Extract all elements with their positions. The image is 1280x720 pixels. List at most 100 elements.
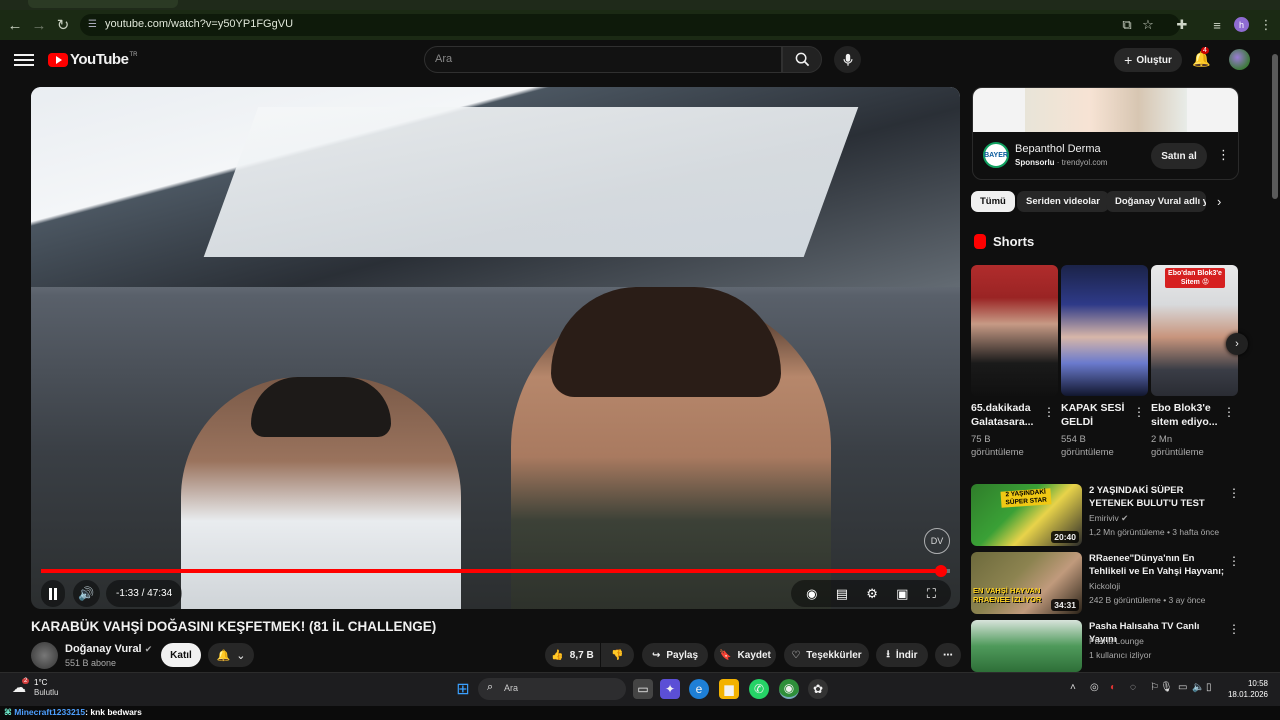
browser-menu-icon[interactable]: ⋮	[1256, 15, 1276, 35]
more-vertical-icon[interactable]: ⋮	[1217, 147, 1230, 163]
download-button[interactable]: ⭳ İndir	[876, 643, 928, 667]
autoplay-toggle[interactable]: ◉	[806, 586, 817, 602]
subtitles-icon[interactable]: ▤	[836, 586, 848, 602]
settings-gear-icon[interactable]: ⚙	[866, 586, 878, 602]
app-icon[interactable]: ✿	[808, 679, 828, 699]
dislike-button[interactable]: 👎	[601, 643, 634, 667]
ad-title[interactable]: Bepanthol Derma	[1015, 143, 1101, 155]
address-bar[interactable]: ☰ youtube.com/watch?v=y50YP1FGgVU	[80, 14, 1180, 36]
short-title[interactable]: 65.dakikada Galatasara...	[971, 401, 1043, 431]
buy-button[interactable]: Satın al	[1151, 143, 1207, 169]
video-player[interactable]: DV 🔊 -1:33 / 47:34 ◉ ▤ ⚙ ▣ ⛶	[31, 87, 960, 609]
page-scrollbar[interactable]	[1270, 40, 1280, 672]
short-title[interactable]: KAPAK SESİ GELDİ	[1061, 401, 1133, 431]
pause-button[interactable]	[41, 580, 65, 607]
video-thumbnail[interactable]	[971, 620, 1082, 672]
edge-browser-icon[interactable]: e	[689, 679, 709, 699]
back-icon[interactable]: ←	[4, 14, 26, 36]
more-vertical-icon[interactable]: ⋮	[1228, 622, 1240, 636]
shorts-next-button[interactable]: ›	[1226, 333, 1248, 355]
video-title-link[interactable]: 2 YAŞINDAKİ SÜPER YETENEK BULUT'U TEST E…	[1089, 484, 1226, 510]
video-channel[interactable]: Kickoloji	[1089, 581, 1120, 591]
short-thumbnail[interactable]	[1061, 265, 1148, 396]
bookmark-icon: 🔖	[719, 649, 732, 661]
taskbar-search[interactable]: ⌕ Ara	[478, 678, 626, 700]
site-info-icon[interactable]: ☰	[88, 19, 97, 30]
notifications-button[interactable]: 🔔 4	[1192, 47, 1211, 68]
channel-watermark-icon[interactable]: DV	[924, 528, 950, 554]
super-thanks-icon: ♡	[791, 649, 801, 661]
copilot-icon[interactable]: ✦	[660, 679, 680, 699]
ad-logo[interactable]: BAYER	[983, 142, 1009, 168]
miniplayer-icon[interactable]: ▣	[896, 586, 908, 602]
short-thumbnail[interactable]	[971, 265, 1058, 396]
ad-card[interactable]: BAYER Bepanthol Derma Sponsorlu · trendy…	[972, 87, 1239, 180]
channel-avatar[interactable]	[31, 642, 58, 669]
account-avatar[interactable]	[1229, 49, 1250, 70]
more-vertical-icon[interactable]: ⋮	[1133, 405, 1145, 419]
menu-icon[interactable]	[14, 51, 34, 69]
search-input[interactable]: Ara	[424, 46, 782, 73]
more-vertical-icon[interactable]: ⋮	[1228, 486, 1240, 500]
chevron-right-icon[interactable]: ›	[1217, 194, 1221, 209]
speaker-icon[interactable]: 🔈	[1192, 682, 1204, 693]
browser-profile-avatar[interactable]: h	[1234, 17, 1249, 32]
voice-search-button[interactable]	[834, 46, 861, 73]
chip-channel[interactable]: Doğanay Vural adlı yü	[1106, 191, 1206, 212]
weather-widget[interactable]: ☁ 2 1°C Bulutlu	[12, 678, 58, 698]
progress-bar[interactable]	[41, 565, 950, 577]
short-thumbnail[interactable]: Ebo'dan Blok3'e Sitem 😡	[1151, 265, 1238, 396]
clock-time: 10:58	[1247, 679, 1268, 688]
whatsapp-icon[interactable]: ✆	[749, 679, 769, 699]
file-explorer-icon[interactable]: ▆	[719, 679, 739, 699]
share-button[interactable]: ↪ Paylaş	[642, 643, 708, 667]
save-button[interactable]: 🔖 Kaydet	[714, 643, 776, 667]
search-button[interactable]	[782, 46, 822, 73]
video-channel[interactable]: Emiriviv ✔	[1089, 513, 1128, 524]
microphone-icon[interactable]: 🎙	[1160, 682, 1173, 693]
scrubber-handle[interactable]	[934, 565, 947, 577]
video-thumbnail[interactable]: 2 YAŞINDAKİ SÜPER STAR 20:40	[971, 484, 1082, 546]
tray-overflow-icon[interactable]: ˄	[1070, 682, 1076, 693]
install-icon[interactable]: ⧉	[1117, 15, 1137, 35]
fullscreen-icon[interactable]: ⛶	[927, 586, 936, 602]
browser-tab[interactable]	[28, 0, 178, 8]
network-icon[interactable]: ▭	[1178, 682, 1187, 693]
chip-all[interactable]: Tümü	[971, 191, 1015, 212]
tray-app-icon[interactable]: ⚐	[1150, 682, 1159, 693]
more-vertical-icon[interactable]: ⋮	[1228, 554, 1240, 568]
more-actions-button[interactable]: ⋯	[935, 643, 961, 667]
reload-icon[interactable]: ↻	[52, 14, 74, 36]
join-button[interactable]: Katıl	[161, 643, 201, 667]
tray-app-icon[interactable]: ◎	[1090, 682, 1099, 693]
more-vertical-icon[interactable]: ⋮	[1043, 405, 1055, 419]
taskbar-clock[interactable]: 10:58 18.01.2026	[1224, 678, 1268, 700]
chrome-icon[interactable]: ◉	[779, 679, 799, 699]
subscription-bell-button[interactable]: 🔔 ⌄	[208, 643, 254, 667]
chip-series[interactable]: Seriden videolar	[1017, 191, 1109, 212]
tray-app-icon[interactable]: ◐	[1110, 682, 1116, 693]
task-view-icon[interactable]: ▭	[633, 679, 653, 699]
tray-app-icon[interactable]: ◌	[1130, 682, 1136, 693]
create-button[interactable]: + Oluştur	[1114, 48, 1182, 72]
video-thumbnail[interactable]: EN VAHŞİ HAYVAN RRAENEE İZLİYOR 34:31	[971, 552, 1082, 614]
scrollbar-thumb[interactable]	[1272, 54, 1278, 199]
video-title-link[interactable]: RRaenee"Dünya'nın En Tehlikeli ve En Vah…	[1089, 552, 1226, 578]
media-controls-icon[interactable]: ≡	[1207, 15, 1227, 35]
video-channel[interactable]: Pasha Lounge	[1089, 636, 1144, 646]
forward-icon[interactable]: →	[28, 14, 50, 36]
volume-button[interactable]: 🔊	[73, 580, 100, 607]
youtube-logo[interactable]: YouTube TR	[48, 51, 137, 68]
channel-name[interactable]: Doğanay Vural ✔	[65, 643, 152, 655]
short-views: 554 B görüntüleme	[1061, 434, 1114, 458]
like-button[interactable]: 👍 8,7 B	[545, 643, 600, 667]
bookmark-star-icon[interactable]: ☆	[1138, 15, 1158, 35]
thanks-button[interactable]: ♡ Teşekkürler	[784, 643, 869, 667]
battery-icon[interactable]: ▯	[1206, 682, 1212, 693]
more-horizontal-icon: ⋯	[943, 649, 953, 661]
windows-start-icon[interactable]: ⊞	[453, 679, 473, 699]
extensions-icon[interactable]: ✚	[1172, 15, 1192, 35]
short-title[interactable]: Ebo Blok3'e sitem ediyo...	[1151, 401, 1223, 431]
ad-banner[interactable]	[973, 88, 1238, 132]
more-vertical-icon[interactable]: ⋮	[1223, 405, 1235, 419]
